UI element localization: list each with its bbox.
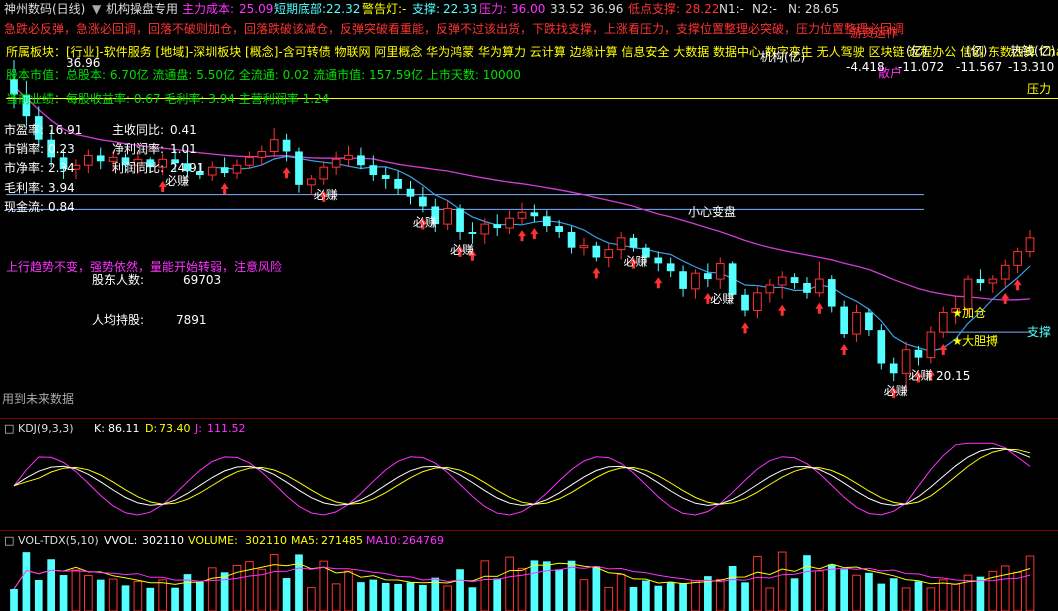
volume-bar-up (344, 570, 353, 611)
volume-bar-down (59, 575, 68, 611)
volume-bar-up (901, 587, 911, 611)
volume-bar-down (419, 584, 427, 611)
volume-bar-down (741, 582, 749, 611)
kdj-chart[interactable] (0, 0, 1058, 611)
vol-title[interactable]: VOL-TDX(5,10) (18, 534, 99, 548)
volume-bar-up (1025, 555, 1035, 611)
volume-bar-down (679, 582, 687, 611)
volume-bar-down (171, 587, 179, 611)
volume-bar-up (207, 567, 217, 611)
volume-bar-down (146, 587, 155, 611)
volume-bar-up (616, 573, 626, 611)
volume-bar-up (505, 556, 514, 611)
volume-bar-down (827, 564, 836, 611)
volume-bar-down (889, 578, 898, 611)
volume-bar-up (765, 587, 775, 611)
ma5-label: MA5: (291, 534, 319, 547)
volume-bar-down (47, 559, 56, 611)
volume-bar-down (840, 569, 848, 611)
ma10-value: 264769 (402, 534, 444, 547)
volume-bar-down (976, 576, 985, 611)
volume-bar-down (369, 579, 378, 611)
volume-bar-down (220, 572, 229, 611)
volume-bar-up (307, 587, 316, 611)
volume-bar-up (691, 580, 700, 611)
volume-bar-down (96, 579, 105, 611)
kdj-k-line (13, 447, 1031, 506)
volume-bar-up (852, 574, 861, 611)
volume-bar-up (753, 555, 762, 611)
volume-bar-down (406, 582, 415, 611)
volume-bar-down (530, 560, 539, 611)
volume-bar-down (381, 582, 390, 611)
volume-bar-down (394, 583, 402, 611)
volume-bar-up (331, 583, 341, 611)
collapse-icon[interactable]: □ (4, 534, 14, 548)
volume-bar-down (542, 561, 551, 611)
volume-bar-down (34, 579, 43, 611)
volume-bar-up (777, 551, 787, 611)
volume-label: VOLUME: (188, 534, 238, 547)
volume-bar-down (121, 585, 130, 611)
volume-bar-down (468, 587, 477, 611)
volume-bar-down (728, 566, 737, 611)
volume-bar-down (357, 582, 365, 611)
volume-bar-down (295, 554, 303, 611)
volume-bar-up (84, 574, 93, 611)
volume-bar-up (158, 579, 168, 611)
volume-bar-up (108, 578, 118, 611)
volume-bar-up (938, 579, 948, 611)
volume-bar-down (803, 555, 811, 611)
ma5-value: 271485 (321, 534, 363, 547)
volume-value: 302110 (245, 534, 287, 547)
volume-bar-up (71, 569, 81, 611)
volume-bar-up (815, 570, 824, 611)
volume-bar-up (604, 586, 614, 611)
vvol-value: 302110 (142, 534, 184, 547)
volume-bar-up (951, 583, 960, 611)
volume-bar-down (592, 566, 601, 611)
volume-bar-up (1000, 565, 1010, 611)
volume-bar-up (715, 579, 725, 611)
volume-bar-up (443, 585, 452, 611)
volume-bar-down (666, 582, 675, 611)
volume-bar-down (493, 578, 502, 611)
volume-bar-down (914, 581, 923, 611)
volume-bar-down (456, 569, 464, 611)
vvol-label: VVOL: (104, 534, 138, 547)
volume-bar-down (196, 581, 204, 611)
volume-bar-down (654, 585, 663, 611)
volume-bar-up (579, 579, 589, 611)
volume-bar-down (555, 569, 564, 611)
volume-bar-down (865, 572, 873, 611)
volume-bar-down (282, 578, 291, 611)
volume-bar-down (10, 588, 18, 611)
volume-bar-up (926, 587, 936, 611)
kdj-d-line (13, 448, 1031, 505)
volume-bar-down (877, 583, 886, 611)
volume-bar-up (269, 554, 279, 611)
volume-bar-down (22, 552, 31, 611)
volume-bar-down (642, 580, 650, 611)
volume-bar-down (790, 578, 799, 611)
volume-bar-down (629, 586, 638, 611)
volume-bar-up (133, 581, 143, 611)
ma10-label: MA10: (366, 534, 401, 547)
volume-bar-up (480, 560, 490, 611)
